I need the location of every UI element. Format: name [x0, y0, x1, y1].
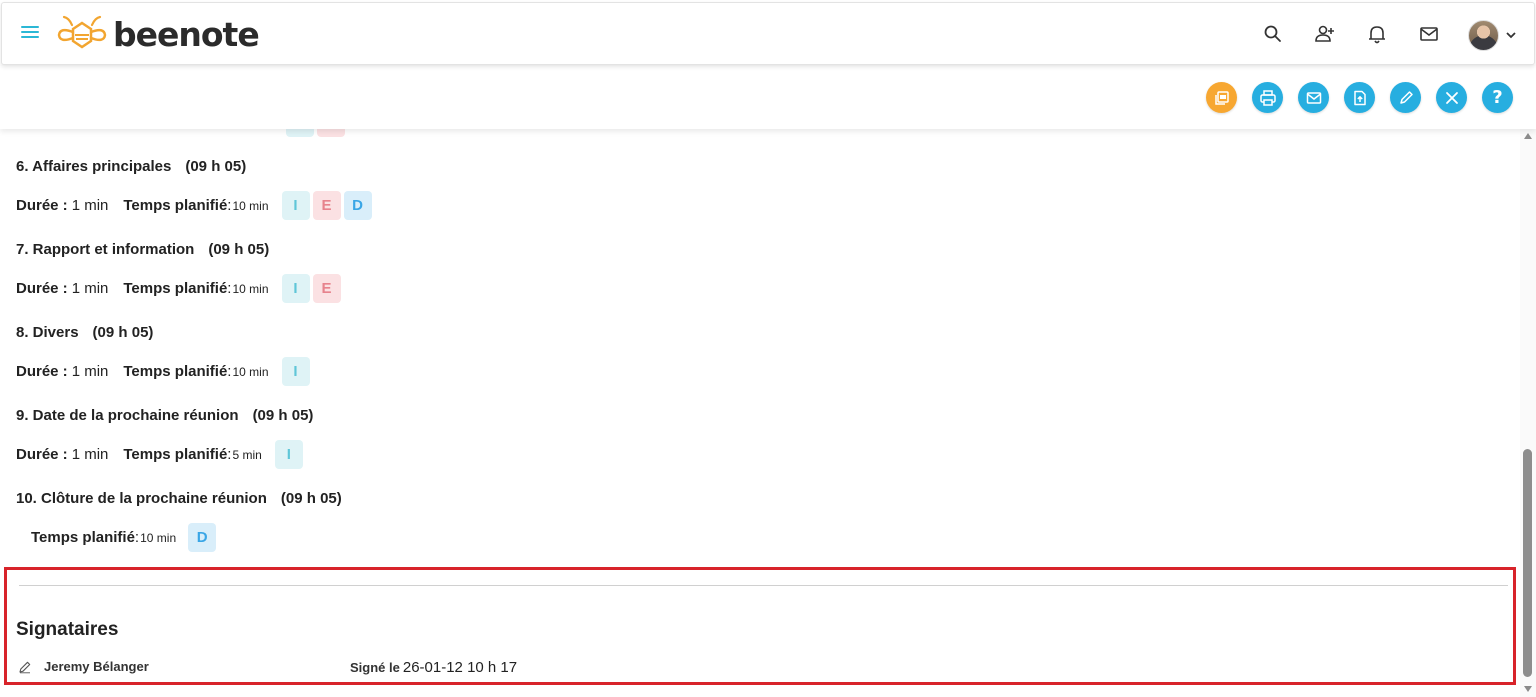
item-title-text: 7. Rapport et information [16, 241, 195, 258]
chip-I[interactable]: I [281, 191, 310, 220]
edit-icon [1399, 90, 1413, 104]
planned-label: Temps planifié [123, 197, 228, 214]
pen-icon[interactable] [18, 660, 32, 674]
planned-label: Temps planifié [31, 529, 135, 546]
app-name: beenote [113, 15, 260, 54]
chip-E[interactable]: E [312, 274, 341, 303]
mail-icon[interactable] [1418, 23, 1440, 45]
edit-button[interactable] [1390, 82, 1421, 113]
item-time: (09 h 05) [185, 158, 247, 175]
chip-I[interactable]: I [274, 440, 303, 469]
planned-separator: : [227, 197, 232, 214]
duration-label: Durée : [16, 197, 68, 214]
agenda-item-title: 10. Clôture de la prochaine réunion (09 h… [16, 490, 342, 507]
top-header: beenote [1, 2, 1535, 65]
planned-separator: : [227, 446, 232, 463]
bell-icon[interactable] [1366, 23, 1388, 45]
duration-label: Durée : [16, 446, 68, 463]
duration-value: 1 min [71, 363, 109, 380]
chevron-down-icon[interactable] [1505, 29, 1517, 41]
chip-D[interactable]: D [188, 523, 217, 552]
chip-cut-E[interactable] [317, 129, 345, 137]
item-time: (09 h 05) [92, 324, 154, 341]
email-button[interactable] [1298, 82, 1329, 113]
item-time: (09 h 05) [280, 490, 342, 507]
planned-label: Temps planifié [123, 363, 228, 380]
close-button[interactable] [1436, 82, 1467, 113]
chip-D[interactable]: D [343, 191, 372, 220]
agenda-item-title: 7. Rapport et information (09 h 05) [16, 241, 269, 258]
duration-label: Durée : [16, 280, 68, 297]
vertical-scrollbar[interactable] [1520, 129, 1536, 697]
planned-value: 10 min [232, 281, 269, 296]
planned-label: Temps planifié [123, 280, 228, 297]
avatar[interactable] [1468, 20, 1499, 51]
file-upload-icon [1353, 90, 1366, 105]
search-icon[interactable] [1262, 23, 1284, 45]
agenda-item-meta: Durée : 1 min Temps planifié: 5 min I [16, 440, 303, 469]
planned-separator: : [227, 363, 232, 380]
duration-value: 1 min [71, 197, 109, 214]
duration-label: Durée : [16, 363, 68, 380]
chip-I[interactable]: I [281, 274, 310, 303]
agenda-item-title: 6. Affaires principales (09 h 05) [16, 158, 246, 175]
agenda-item-title: 9. Date de la prochaine réunion (09 h 05) [16, 407, 313, 424]
print-button[interactable] [1252, 82, 1283, 113]
meeting-minutes-content: 6. Affaires principales (09 h 05) Durée :… [0, 129, 1520, 697]
item-time: (09 h 05) [252, 407, 314, 424]
item-title-text: 8. Divers [16, 324, 79, 341]
signatories-section: Signataires Jeremy Bélanger Signé le 26-0… [4, 567, 1516, 685]
agenda-item-meta: Durée : 1 min Temps planifié: 10 min I E [16, 274, 341, 303]
agenda-item-meta: Durée : 1 min Temps planifié: 10 min I E… [16, 191, 372, 220]
mail-icon [1306, 91, 1321, 104]
print-icon [1259, 89, 1276, 106]
export-file-button[interactable] [1344, 82, 1375, 113]
signed-label: Signé le [350, 660, 400, 675]
help-button[interactable]: ? [1482, 82, 1513, 113]
planned-separator: : [134, 529, 140, 546]
item-time: (09 h 05) [208, 241, 270, 258]
previous-item-chips [286, 129, 345, 137]
signatories-heading: Signataires [16, 619, 119, 640]
signatory-name: Jeremy Bélanger [44, 659, 149, 674]
chip-cut-I[interactable] [286, 129, 314, 137]
agenda-item-meta: Temps planifié: 10 min D [31, 523, 217, 552]
bee-logo-icon [57, 15, 107, 49]
help-icon: ? [1492, 86, 1503, 108]
planned-label: Temps planifié [123, 446, 228, 463]
agenda-item-title: 8. Divers (09 h 05) [16, 324, 153, 341]
planned-value: 5 min [232, 447, 262, 462]
divider [19, 585, 1508, 586]
signed-date: Signé le 26-01-12 10 h 17 [350, 659, 517, 676]
planned-value: 10 min [232, 364, 269, 379]
agenda-item-meta: Durée : 1 min Temps planifié: 10 min I [16, 357, 310, 386]
signatory-row: Jeremy Bélanger Signé le 26-01-12 10 h 17 [18, 658, 1498, 678]
item-title-text: 6. Affaires principales [16, 158, 172, 175]
planned-value: 10 min [140, 530, 177, 545]
signed-value: 26-01-12 10 h 17 [402, 659, 518, 676]
scroll-up-arrow-icon[interactable] [1524, 133, 1532, 139]
menu-icon[interactable] [21, 26, 39, 42]
pdf-icon [1214, 90, 1229, 105]
action-toolbar: ? [0, 66, 1536, 129]
item-title-text: 9. Date de la prochaine réunion [16, 407, 239, 424]
add-user-icon[interactable] [1314, 23, 1336, 45]
pdf-button[interactable] [1206, 82, 1237, 113]
planned-separator: : [227, 280, 232, 297]
item-title-text: 10. Clôture de la prochaine réunion [16, 490, 267, 507]
duration-value: 1 min [71, 280, 109, 297]
planned-value: 10 min [232, 198, 269, 213]
scroll-down-arrow-icon[interactable] [1524, 686, 1532, 692]
duration-value: 1 min [71, 446, 109, 463]
chip-E[interactable]: E [312, 191, 341, 220]
scroll-thumb[interactable] [1523, 449, 1532, 677]
chip-I[interactable]: I [281, 357, 310, 386]
beenote-logo[interactable]: beenote [57, 15, 260, 55]
close-icon [1445, 91, 1458, 104]
